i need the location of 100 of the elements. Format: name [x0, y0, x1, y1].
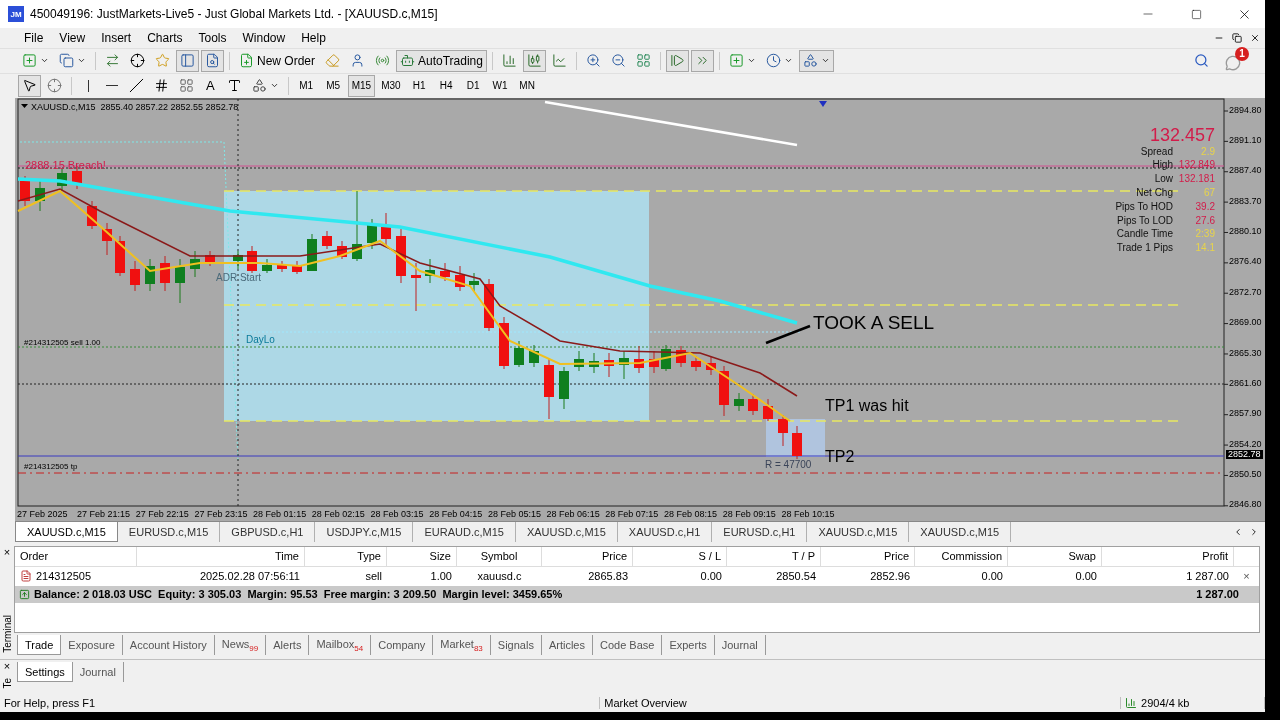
timeframe-button[interactable]: M5: [320, 74, 346, 97]
time-axis-label: 27 Feb 2025: [17, 509, 68, 520]
timeframe-button[interactable]: H4: [433, 74, 459, 97]
terminal-tab[interactable]: Code Base: [592, 635, 663, 656]
toolbar-button[interactable]: [201, 49, 224, 72]
chart-tab[interactable]: XAUUSD.c,H1: [617, 522, 713, 542]
terminal-tab[interactable]: Journal: [714, 635, 766, 656]
price-axis-label: 2857.90: [1229, 409, 1262, 420]
chart-tab[interactable]: USDJPY.c,M15: [315, 522, 414, 542]
terminal-tab[interactable]: Signals: [490, 635, 542, 656]
candle: [102, 222, 112, 256]
column-header[interactable]: Time: [137, 546, 305, 566]
new-order-button[interactable]: New Order: [235, 49, 319, 72]
column-header[interactable]: Swap: [1008, 546, 1102, 566]
toolbar-button[interactable]: [18, 74, 41, 97]
column-header[interactable]: Price: [542, 546, 633, 566]
close-button[interactable]: ×: [3, 545, 11, 558]
tester-tab[interactable]: Journal: [72, 662, 124, 683]
close-icon: [1250, 32, 1260, 43]
table-cell-text: 2865.83: [587, 570, 629, 583]
terminal-tab[interactable]: Mailbox$_{54}$: [309, 635, 372, 656]
panel-title: Te: [1, 677, 13, 689]
plus-square-icon: [728, 53, 744, 69]
candle: [425, 258, 435, 284]
stat-value: 67: [1203, 186, 1215, 200]
terminal-tab[interactable]: Market$_{83}$: [433, 635, 491, 656]
chart-tab[interactable]: XAUUSD.c,M15: [15, 522, 118, 542]
timeframe-button[interactable]: H1: [406, 74, 432, 97]
terminal-tab[interactable]: Account History: [122, 635, 215, 656]
menu-item[interactable]: View: [51, 30, 94, 45]
star-icon: [155, 53, 170, 69]
notification-badge: 1: [1235, 46, 1249, 61]
timeframe-button[interactable]: MN: [514, 74, 540, 97]
step-forward-icon: [669, 53, 685, 69]
column-header[interactable]: Size: [387, 546, 457, 566]
menu-item[interactable]: Insert: [93, 30, 140, 45]
candle: [381, 212, 391, 247]
time-axis-label: 28 Feb 10:15: [781, 509, 835, 520]
terminal-tab[interactable]: Exposure: [61, 635, 123, 656]
time-axis-label: 27 Feb 21:15: [77, 509, 131, 520]
chart-tab[interactable]: EURAUD.c,M15: [413, 522, 516, 542]
menu-item[interactable]: Window: [234, 30, 294, 45]
tester-tab[interactable]: Settings: [17, 662, 73, 683]
price-axis-label: 2865.30: [1229, 348, 1262, 359]
candle: [115, 235, 125, 277]
scroll-left-icon[interactable]: [1233, 527, 1243, 537]
column-header[interactable]: Type: [305, 546, 387, 566]
scroll-right-icon[interactable]: [1249, 527, 1259, 537]
candle: [676, 345, 686, 368]
chart-tab[interactable]: XAUUSD.c,M15: [515, 522, 618, 542]
close-button[interactable]: ×: [3, 660, 11, 673]
time-axis-label: 27 Feb 22:15: [135, 509, 189, 520]
timeframe-button[interactable]: M30: [377, 74, 405, 97]
table-cell-text: 0.00: [1074, 570, 1098, 583]
candle: [719, 365, 729, 417]
templates-button[interactable]: [798, 49, 834, 72]
take-profit-line-label: #214312505 tp: [24, 462, 78, 472]
terminal-tab[interactable]: Alerts: [266, 635, 310, 656]
timeframe-button[interactable]: M1: [293, 74, 319, 97]
candle: [277, 260, 287, 273]
time-axis-label: 28 Feb 09:15: [722, 509, 776, 520]
terminal-tab[interactable]: Company: [371, 635, 434, 656]
annotation-text: TP2: [825, 447, 855, 466]
balance-summary: Balance: 2 018.03 USC Equity: 3 305.03 Margin: 95.53 Free margin: 3 209.50 Margin level: 3459.65%: [34, 588, 563, 601]
close-order-button[interactable]: ×: [1234, 570, 1259, 583]
chart-tab[interactable]: EURUSD.c,M15: [117, 522, 221, 542]
file-plus-icon: [239, 53, 254, 69]
chart-tab[interactable]: XAUUSD.c,M15: [807, 522, 910, 542]
auto-trading-button[interactable]: AutoTrading: [396, 49, 487, 72]
timeframe-button[interactable]: D1: [460, 74, 486, 97]
chart-tab[interactable]: XAUUSD.c,M15: [909, 522, 1012, 542]
stat-label: High: [1152, 158, 1173, 173]
menu-item[interactable]: File: [16, 30, 52, 45]
search-icon: [1194, 53, 1209, 69]
cursor-icon: [22, 78, 37, 94]
candle: [190, 250, 200, 278]
windows-icon: [59, 53, 74, 69]
timeframe-button[interactable]: M15: [347, 74, 376, 97]
chart-tab[interactable]: EURUSD.c,H1: [712, 522, 808, 542]
chart-tab[interactable]: GBPUSD.c,H1: [220, 522, 316, 542]
column-header[interactable]: S / L: [633, 546, 727, 566]
terminal-tab[interactable]: Trade: [17, 635, 62, 656]
shift-marker-icon: [819, 100, 827, 107]
price-readout: 132.457: [1149, 124, 1215, 145]
column-header[interactable]: Profit: [1102, 546, 1234, 566]
terminal-tab[interactable]: News$_{99}$: [214, 635, 267, 656]
terminal-tab[interactable]: Experts: [662, 635, 715, 656]
menu-item[interactable]: Charts: [139, 30, 191, 45]
column-header[interactable]: Commission: [915, 546, 1008, 566]
column-header[interactable]: Price: [821, 546, 915, 566]
timeframe-button[interactable]: W1: [487, 74, 513, 97]
terminal-tab[interactable]: Articles: [541, 635, 593, 656]
candle: [499, 316, 509, 370]
column-header[interactable]: Order: [15, 546, 137, 566]
column-header[interactable]: T / P: [727, 546, 821, 566]
menu-item[interactable]: Tools: [190, 30, 235, 45]
candle: [529, 344, 539, 368]
text-tool[interactable]: A: [200, 78, 221, 94]
menu-item[interactable]: Help: [293, 30, 334, 45]
column-header[interactable]: Symbol: [457, 546, 542, 566]
